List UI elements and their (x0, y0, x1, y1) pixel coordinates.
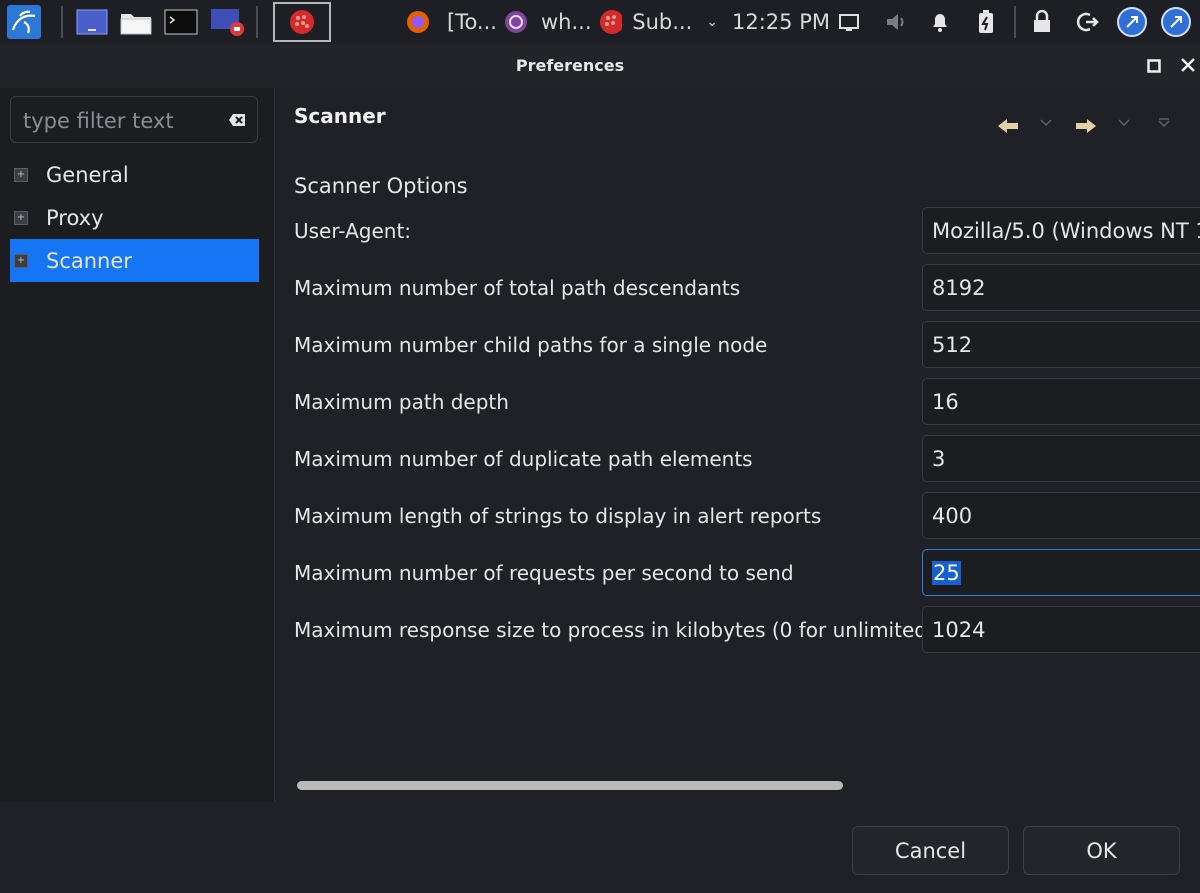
forward-arrow-icon[interactable] (1074, 116, 1098, 140)
max-path-depth-field (922, 378, 1200, 425)
user-agent-input[interactable] (932, 217, 1200, 245)
screen-recorder-icon[interactable] (208, 0, 248, 44)
task-label: Sub... (632, 10, 693, 34)
filter-input[interactable] (21, 106, 215, 136)
task-zap[interactable]: Sub... ⌄ (598, 0, 718, 44)
selected-text: 25 (932, 561, 961, 585)
logout-icon[interactable] (1074, 0, 1102, 44)
kali-menu-icon[interactable] (4, 0, 44, 44)
sidebar-item-scanner[interactable]: + Scanner (10, 239, 259, 282)
taskbar: [To... wh... Sub... ⌄ 12:25 PM (0, 0, 1200, 44)
filter-box (10, 96, 258, 143)
max-requests-per-second-input[interactable]: 25 (932, 559, 961, 587)
network-status-icon[interactable] (1114, 0, 1150, 44)
notification-bell-icon[interactable] (926, 0, 954, 44)
user-agent-label: User-Agent: (294, 219, 412, 243)
window-titlebar: Preferences (0, 44, 1200, 88)
taskbar-separator (61, 6, 63, 38)
dialog-footer: Cancel OK (0, 802, 1200, 893)
max-path-depth-input[interactable] (932, 388, 1200, 416)
forward-dropdown-icon[interactable] (1117, 116, 1131, 134)
task-tor[interactable]: wh... (503, 0, 593, 44)
sidebar-item-proxy[interactable]: + Proxy (10, 196, 259, 239)
file-manager-icon[interactable] (118, 0, 154, 44)
taskbar-separator (256, 6, 258, 38)
cancel-button[interactable]: Cancel (852, 826, 1009, 875)
sidebar-item-label: Scanner (46, 248, 132, 273)
sidebar-item-label: General (46, 162, 129, 187)
max-requests-per-second-label: Maximum number of requests per second to… (294, 561, 794, 585)
max-path-descendants-field (922, 264, 1200, 311)
clear-filter-icon[interactable] (228, 112, 246, 131)
expand-icon[interactable]: + (14, 210, 28, 225)
task-label: wh... (541, 10, 592, 34)
sidebar-item-label: Proxy (46, 205, 104, 230)
firefox-icon (407, 11, 429, 33)
max-path-descendants-input[interactable] (932, 274, 1200, 302)
max-path-descendants-label: Maximum number of total path descendants (294, 276, 741, 300)
expand-icon[interactable]: + (14, 253, 28, 268)
max-string-length-label: Maximum length of strings to display in … (294, 504, 822, 528)
view-menu-icon[interactable] (1157, 116, 1171, 134)
network-status-icon[interactable] (1158, 0, 1194, 44)
max-requests-per-second-field[interactable]: 25 (922, 549, 1200, 596)
page-title: Scanner (294, 104, 386, 128)
expand-icon[interactable]: + (14, 167, 28, 182)
volume-icon[interactable] (882, 0, 910, 44)
zap-icon (600, 10, 623, 34)
preferences-content: Scanner Scanner Options User-Agent: Maxi… (275, 88, 1200, 802)
window-title: Preferences (515, 56, 625, 75)
terminal-icon[interactable] (162, 0, 200, 44)
chevron-down-icon[interactable]: ⌄ (706, 14, 718, 30)
display-icon[interactable] (836, 0, 862, 44)
back-arrow-icon[interactable] (996, 116, 1020, 140)
max-child-paths-input[interactable] (932, 331, 1200, 359)
max-duplicate-elements-input[interactable] (932, 445, 1200, 473)
ok-button[interactable]: OK (1023, 826, 1180, 875)
max-string-length-field (922, 492, 1200, 539)
clock[interactable]: 12:25 PM (732, 0, 830, 44)
clock-label: 12:25 PM (732, 10, 830, 34)
battery-icon[interactable] (972, 0, 1000, 44)
tor-icon (505, 11, 527, 33)
max-path-depth-label: Maximum path depth (294, 390, 509, 414)
user-agent-field (922, 207, 1200, 254)
lock-screen-icon[interactable] (1028, 0, 1056, 44)
max-response-size-label: Maximum response size to process in kilo… (294, 618, 935, 642)
close-icon[interactable] (1180, 57, 1196, 73)
max-response-size-input[interactable] (932, 616, 1200, 644)
horizontal-scrollbar[interactable] (297, 781, 843, 790)
max-duplicate-elements-label: Maximum number of duplicate path element… (294, 447, 753, 471)
preferences-sidebar: + General + Proxy + Scanner (0, 88, 275, 802)
max-duplicate-elements-field (922, 435, 1200, 482)
task-label: [To... (447, 10, 497, 34)
maximize-icon[interactable] (1147, 58, 1161, 73)
max-child-paths-field (922, 321, 1200, 368)
group-title: Scanner Options (294, 174, 468, 198)
max-response-size-field (922, 606, 1200, 653)
max-string-length-input[interactable] (932, 502, 1200, 530)
show-desktop-icon[interactable] (74, 0, 110, 44)
max-child-paths-label: Maximum number child paths for a single … (294, 333, 768, 357)
sidebar-item-general[interactable]: + General (10, 153, 259, 196)
back-dropdown-icon[interactable] (1039, 116, 1053, 134)
zap-launcher-active[interactable] (273, 2, 331, 42)
taskbar-separator (1014, 6, 1016, 38)
